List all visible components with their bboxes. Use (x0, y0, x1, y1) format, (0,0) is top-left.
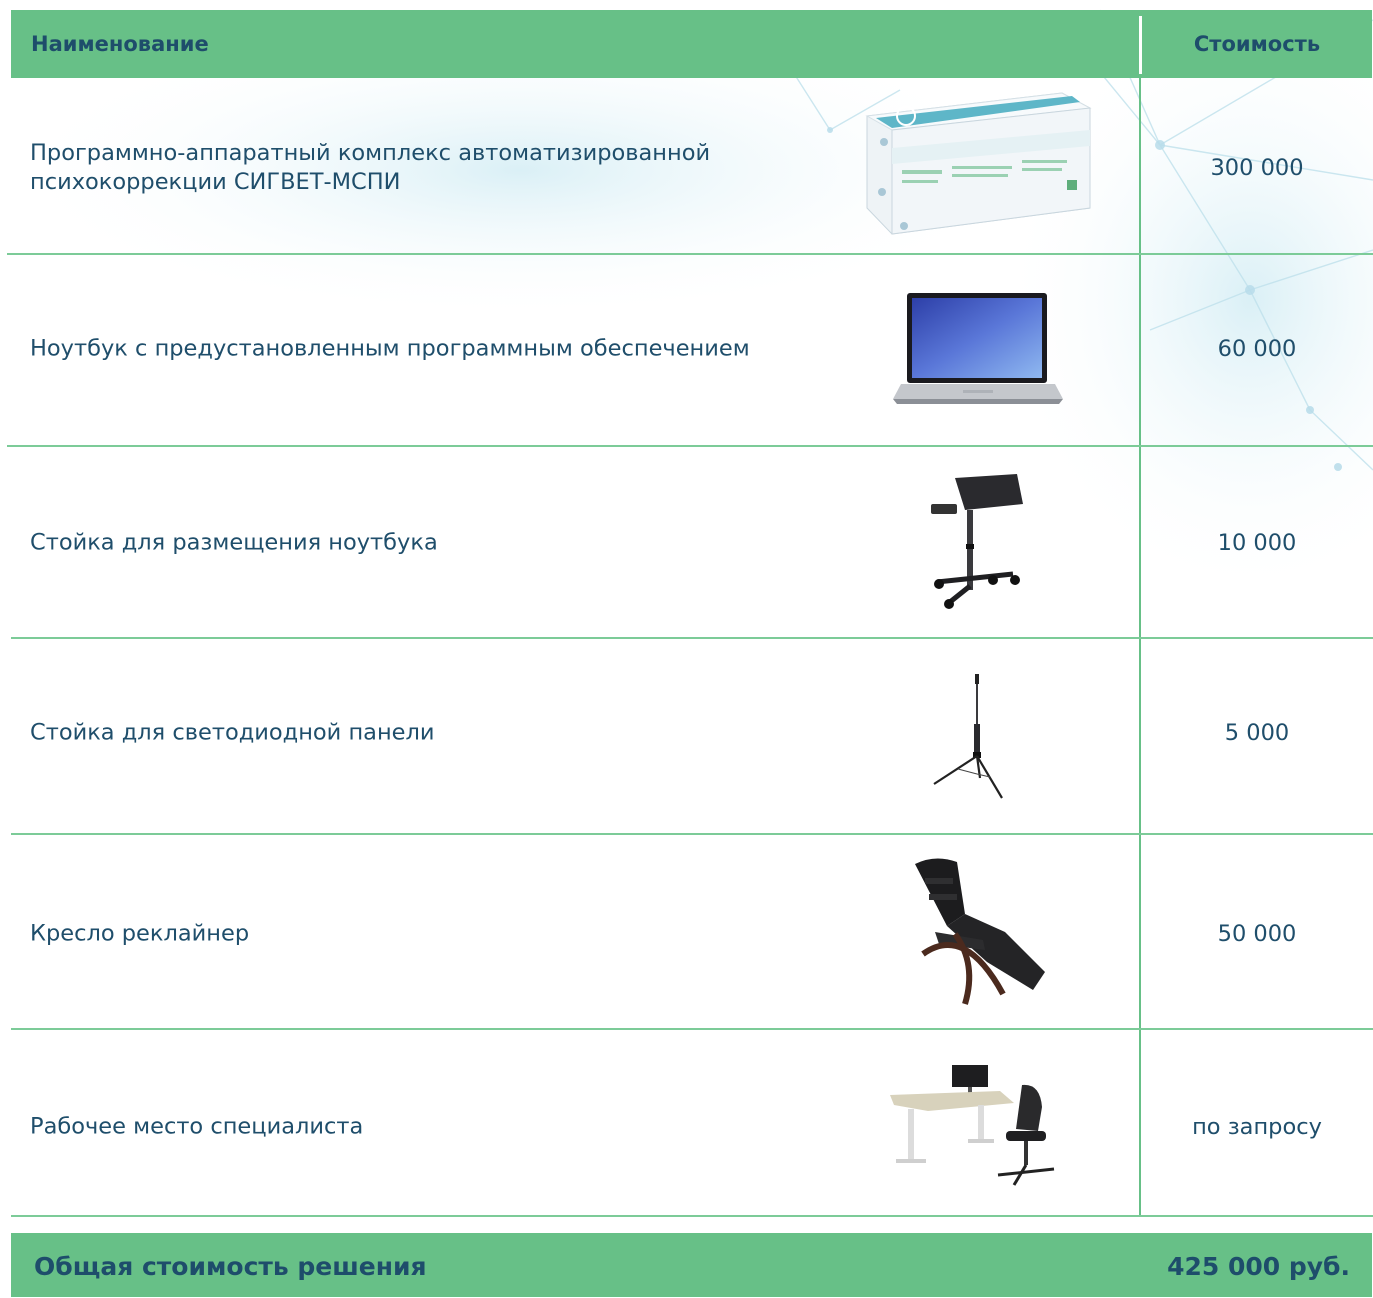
row-divider (11, 1215, 1373, 1217)
table-row: Стойка для светодиодной панели 5 000 (0, 638, 1373, 834)
item-cost: 10 000 (1217, 530, 1297, 556)
laptop-stand-image (931, 474, 1023, 609)
column-header-cost: Стоимость (1193, 32, 1321, 56)
recliner-chair-image (915, 858, 1045, 1005)
software-box-image (865, 92, 1092, 235)
item-name: Рабочее место специалиста (30, 1113, 364, 1140)
item-name: Ноутбук с предустановленным программным … (30, 335, 750, 362)
total-value: 425 000 руб. (1167, 1252, 1350, 1281)
table-row: Рабочее место специалиста по запросу (0, 1029, 1373, 1216)
item-name: Кресло реклайнер (30, 920, 250, 947)
item-name: Программно-аппаратный комплекс автоматиз… (30, 140, 711, 195)
item-name: Стойка для размещения ноутбука (30, 529, 438, 556)
table-row: Программно-аппаратный комплекс автоматиз… (0, 78, 1373, 254)
item-cost: 300 000 (1210, 155, 1304, 181)
item-cost: по запросу (1192, 1114, 1322, 1140)
total-label: Общая стоимость решения (34, 1252, 427, 1281)
item-cost: 5 000 (1224, 720, 1290, 746)
workstation-image (890, 1065, 1055, 1186)
column-header-name: Наименование (31, 32, 209, 56)
table-row: Ноутбук с предустановленным программным … (0, 254, 1373, 445)
table-row: Кресло реклайнер 50 000 (0, 834, 1373, 1029)
table-row: Стойка для размещения ноутбука 10 000 (0, 446, 1373, 638)
item-cost: 50 000 (1217, 921, 1297, 947)
item-cost: 60 000 (1217, 336, 1297, 362)
total-bar: Общая стоимость решения 425 000 руб. (11, 1233, 1372, 1297)
table-header: Наименование Стоимость (11, 10, 1372, 78)
item-name: Стойка для светодиодной панели (30, 719, 435, 746)
tripod-stand-image (933, 674, 1003, 799)
laptop-image (893, 293, 1063, 404)
